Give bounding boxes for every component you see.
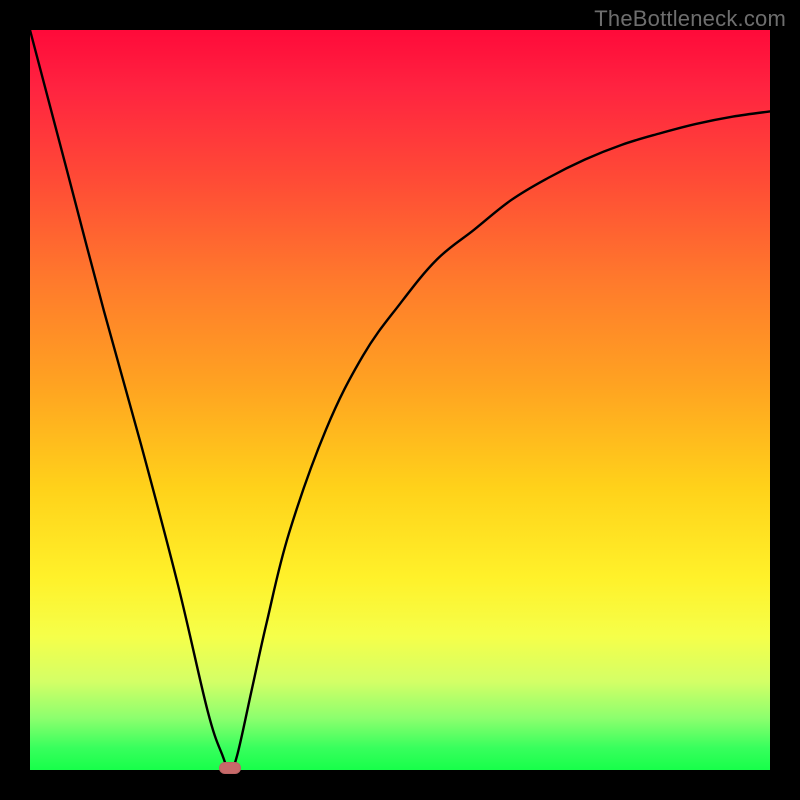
plot-area: [30, 30, 770, 770]
bottleneck-curve: [30, 30, 770, 770]
chart-frame: TheBottleneck.com: [0, 0, 800, 800]
watermark-text: TheBottleneck.com: [594, 6, 786, 32]
minimum-marker: [219, 762, 241, 774]
